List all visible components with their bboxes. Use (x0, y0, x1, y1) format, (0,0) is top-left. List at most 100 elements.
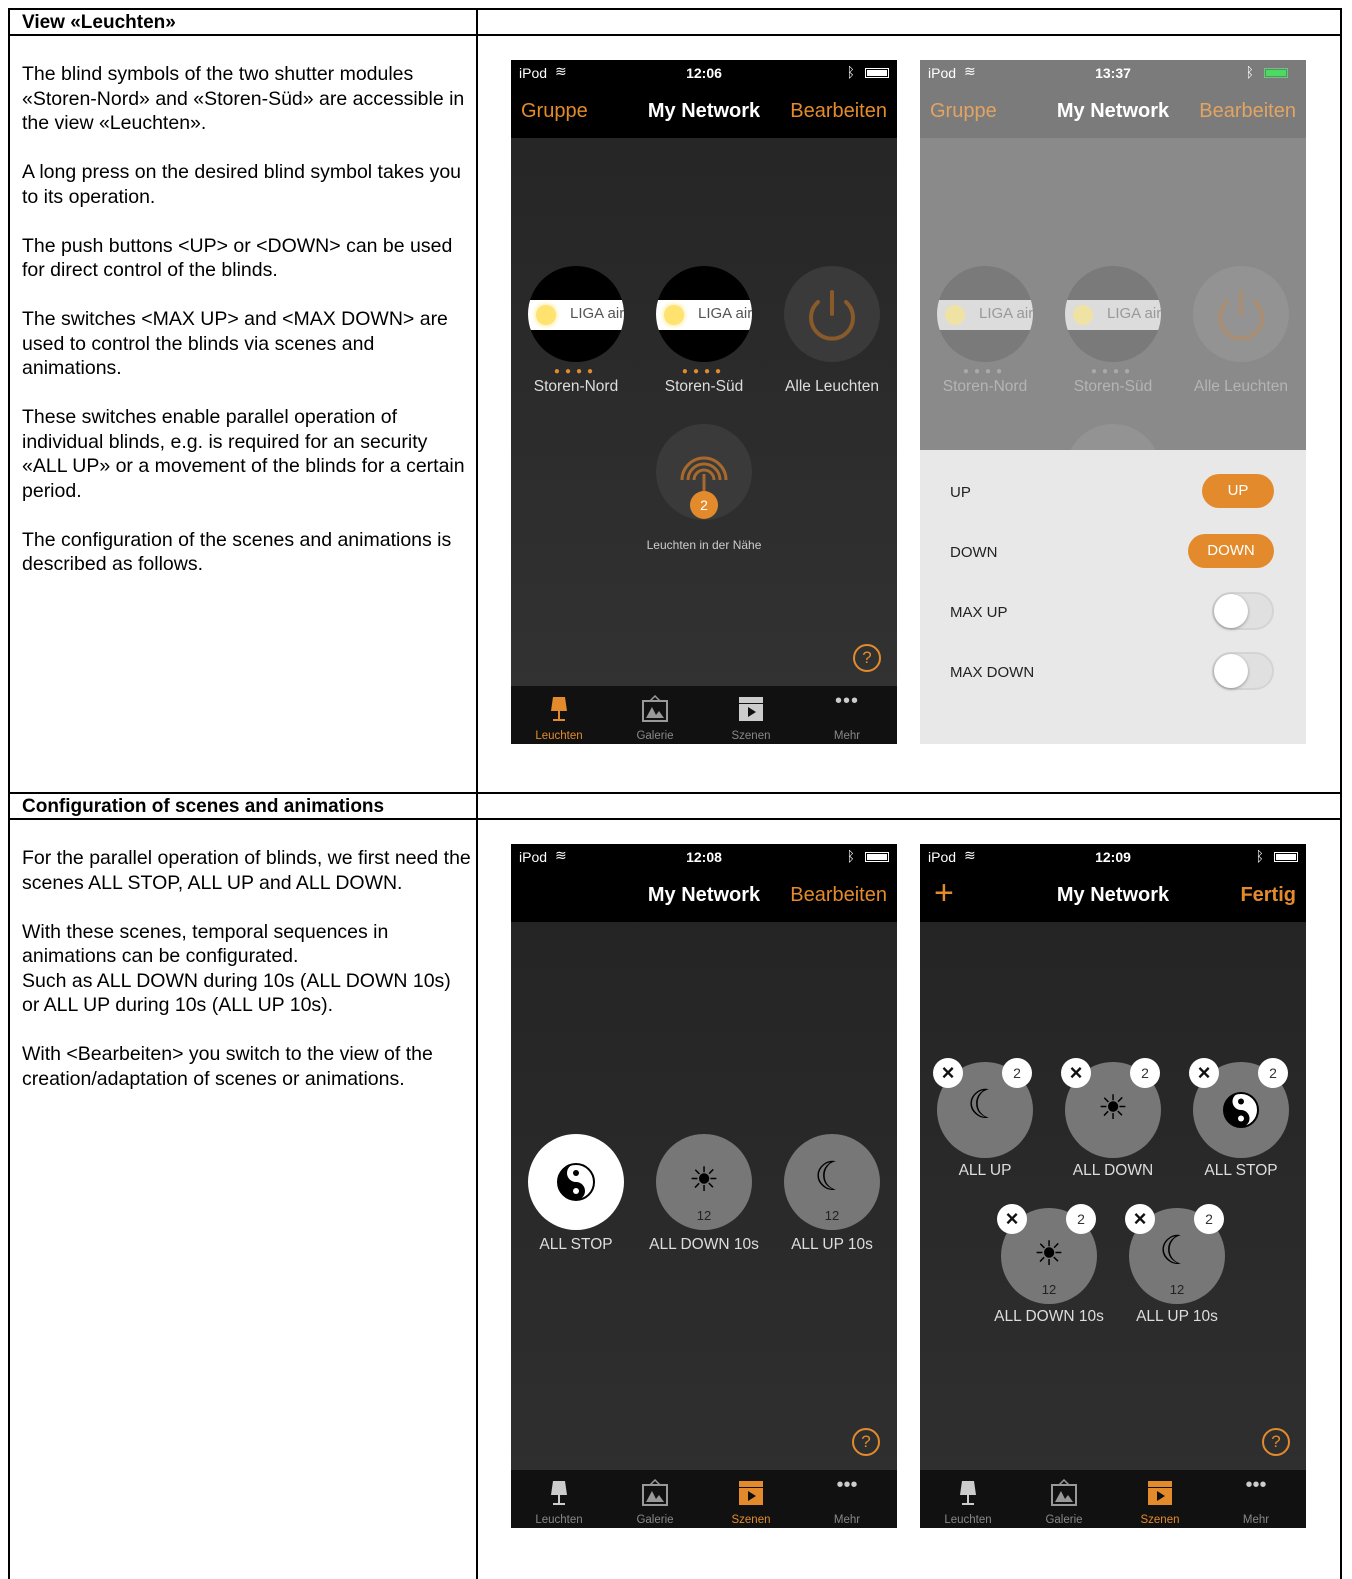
label-storen-nord: Storen-Nord (533, 378, 619, 395)
tab-szenen[interactable]: Szenen (703, 1470, 799, 1528)
down-button[interactable]: DOWN (1188, 534, 1274, 568)
clapperboard-icon (739, 1481, 763, 1505)
clock: 12:06 (686, 65, 722, 81)
clapperboard-icon (1148, 1481, 1172, 1505)
tab-szenen[interactable]: Szenen (1112, 1470, 1208, 1528)
status-bar: iPod ≋ 13:37 ᛒ (920, 60, 1306, 86)
delete-icon[interactable]: × (997, 1204, 1027, 1234)
scene-all-stop[interactable] (528, 1134, 624, 1230)
label-all-stop: ALL STOP (539, 1236, 613, 1253)
tab-label: Leuchten (535, 1514, 583, 1526)
paragraph: The switches <MAX UP> and <MAX DOWN> are… (22, 308, 448, 379)
lamp-label: LIGA air (570, 305, 624, 322)
page-dots: ●●●● (962, 366, 1008, 377)
tab-label: Szenen (1140, 1514, 1180, 1526)
tab-label: Galerie (636, 1514, 674, 1526)
tab-label: Leuchten (944, 1514, 992, 1526)
page-dots: ●●●● (681, 366, 727, 377)
lamp-icon (551, 697, 567, 721)
max-down-toggle[interactable] (1212, 652, 1274, 690)
yin-yang-icon (557, 1163, 595, 1201)
lamp-icon (551, 1481, 567, 1505)
light-dot-icon (1073, 305, 1093, 325)
edit-button[interactable]: Bearbeiten (790, 884, 887, 907)
done-button[interactable]: Fertig (1240, 884, 1296, 907)
tab-szenen[interactable]: Szenen (703, 686, 799, 744)
paragraph: With these scenes, temporal sequences in… (22, 920, 389, 968)
help-icon[interactable]: ? (1262, 1428, 1290, 1456)
all-lights-button[interactable] (784, 266, 880, 362)
delete-icon[interactable]: × (1061, 1058, 1091, 1088)
battery-icon (1264, 68, 1288, 78)
section-text-scenes: For the parallel operation of blinds, we… (22, 846, 472, 1116)
label-alle-leuchten: Alle Leuchten (1194, 378, 1288, 395)
tab-galerie[interactable]: Galerie (1016, 1470, 1112, 1528)
animation-all-up-10s[interactable]: ☾ 12 (784, 1134, 880, 1230)
max-up-toggle[interactable] (1212, 592, 1274, 630)
blind-storen-sued[interactable]: LIGA air (1065, 266, 1161, 362)
bluetooth-icon: ᛒ (1245, 64, 1254, 80)
label-storen-sued: Storen-Süd (664, 378, 744, 395)
tab-label: Mehr (833, 730, 861, 742)
tab-galerie[interactable]: Galerie (607, 686, 703, 744)
lamp-strip: LIGA air (656, 300, 752, 330)
edit-button[interactable]: Bearbeiten (1199, 100, 1296, 123)
tab-leuchten[interactable]: Leuchten (511, 1470, 607, 1528)
lamp-strip: LIGA air (937, 300, 1033, 330)
status-bar: iPod ≋ 12:09 ᛒ (920, 844, 1306, 870)
clock: 12:09 (1095, 849, 1131, 865)
clapperboard-icon (739, 697, 763, 721)
row-label-max-down: MAX DOWN (950, 664, 1035, 681)
label-storen-sued: Storen-Süd (1073, 378, 1153, 395)
scene-badge: 2 (1194, 1204, 1224, 1234)
nearby-count-badge: 2 (690, 491, 718, 519)
label-all-down-10s: ALL DOWN 10s (994, 1308, 1104, 1325)
tab-leuchten[interactable]: Leuchten (920, 1470, 1016, 1528)
up-button[interactable]: UP (1202, 474, 1274, 508)
row-divider (8, 818, 1342, 820)
tab-leuchten[interactable]: Leuchten (511, 686, 607, 744)
lamp-strip: LIGA air (528, 300, 624, 330)
label-all-down: ALL DOWN (1072, 1162, 1154, 1179)
battery-icon (1274, 852, 1298, 862)
status-bar: iPod ≋ 12:08 ᛒ (511, 844, 897, 870)
scene-count: 12 (1169, 1282, 1185, 1297)
tab-mehr[interactable]: ••• Mehr (799, 686, 895, 744)
delete-icon[interactable]: × (1125, 1204, 1155, 1234)
phone-screen-leuchten: iPod ≋ 12:06 ᛒ Gruppe My Network Bearbei… (511, 60, 897, 744)
battery-icon (865, 68, 889, 78)
paragraph: The configuration of the scenes and anim… (22, 528, 452, 576)
light-dot-icon (536, 305, 556, 325)
tab-galerie[interactable]: Galerie (607, 1470, 703, 1528)
bluetooth-icon: ᛒ (1255, 848, 1264, 864)
tab-mehr[interactable]: ••• Mehr (1208, 1470, 1304, 1528)
blind-storen-sued[interactable]: LIGA air (656, 266, 752, 362)
paragraph: A long press on the desired blind symbol… (22, 161, 462, 208)
phone-screen-scenes: iPod ≋ 12:08 ᛒ My Network Bearbeiten ALL… (511, 844, 897, 1528)
edit-button[interactable]: Bearbeiten (790, 100, 887, 123)
animation-all-down-10s[interactable]: ☀ 12 (656, 1134, 752, 1230)
tab-label: Mehr (833, 1514, 861, 1526)
nearby-lights-button[interactable]: 2 (656, 424, 752, 520)
blind-control-sheet: UP UP DOWN DOWN MAX UP MAX DOWN (920, 450, 1306, 744)
blind-storen-nord[interactable]: LIGA air (937, 266, 1033, 362)
blind-storen-nord[interactable]: LIGA air (528, 266, 624, 362)
help-icon[interactable]: ? (853, 644, 881, 672)
power-icon (1218, 290, 1264, 341)
gallery-icon (1051, 1479, 1077, 1506)
moon-icon: ☾ (1159, 1229, 1195, 1273)
nearby-label: Leuchten in der Nähe (646, 538, 762, 552)
scene-count: 12 (696, 1208, 712, 1223)
tab-label: Galerie (1045, 1514, 1083, 1526)
all-lights-button[interactable] (1193, 266, 1289, 362)
label-all-up-10s: ALL UP 10s (791, 1236, 873, 1253)
tab-mehr[interactable]: ••• Mehr (799, 1470, 895, 1528)
nav-bar: Gruppe My Network Bearbeiten (920, 86, 1306, 138)
more-icon: ••• (836, 1474, 858, 1496)
gallery-icon (642, 695, 668, 722)
lamp-strip: LIGA air (1065, 300, 1161, 330)
delete-icon[interactable]: × (1189, 1058, 1219, 1088)
delete-icon[interactable]: × (933, 1058, 963, 1088)
help-icon[interactable]: ? (852, 1428, 880, 1456)
lamp-icon (960, 1481, 976, 1505)
